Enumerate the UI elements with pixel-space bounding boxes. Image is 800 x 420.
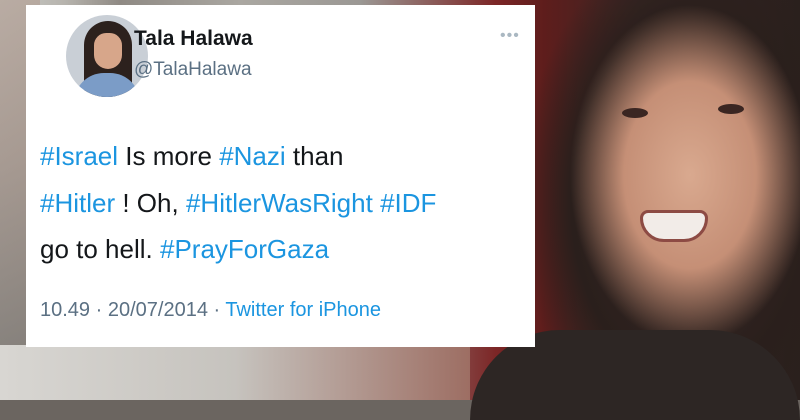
tweet-text-segment: than [285, 141, 344, 171]
background-bottom [0, 345, 470, 400]
tweet-date[interactable]: 20/07/2014 [108, 299, 208, 321]
tweet-text-segment: go to hell. [40, 234, 160, 264]
hashtag-link[interactable]: #Israel [40, 141, 118, 171]
tweet-text-segment [373, 188, 380, 218]
hashtag-link[interactable]: #IDF [380, 188, 436, 218]
more-dots-icon[interactable]: ••• [500, 27, 520, 45]
hashtag-link[interactable]: #Nazi [219, 141, 285, 171]
user-handle[interactable]: @TalaHalawa [134, 59, 252, 81]
display-name[interactable]: Tala Halawa [134, 27, 253, 51]
meta-separator: · [90, 299, 108, 321]
meta-separator: · [207, 299, 226, 321]
hashtag-link[interactable]: #Hitler [40, 188, 115, 218]
tweet-line-2: #Hitler ! Oh, #HitlerWasRight #IDF [40, 180, 530, 227]
avatar-face [94, 33, 122, 69]
hashtag-link[interactable]: #PrayForGaza [160, 234, 329, 264]
tweet-source[interactable]: Twitter for iPhone [225, 299, 381, 321]
background-eye-right [718, 104, 744, 114]
tweet-line-3: go to hell. #PrayForGaza [40, 226, 530, 273]
tweet-card: Tala Halawa @TalaHalawa ••• #Israel Is m… [26, 5, 535, 347]
background-mouth [640, 210, 708, 242]
tweet-line-1: #Israel Is more #Nazi than [40, 133, 530, 180]
background-eye-left [622, 108, 648, 118]
tweet-time[interactable]: 10.49 [40, 299, 90, 321]
tweet-text-segment: ! Oh, [115, 187, 186, 218]
tweet-text: #Israel Is more #Nazi than #Hitler ! Oh,… [40, 133, 530, 273]
tweet-meta: 10.49 · 20/07/2014 · Twitter for iPhone [40, 299, 381, 322]
hashtag-link[interactable]: #HitlerWasRight [186, 188, 373, 218]
tweet-text-segment: Is more [118, 141, 220, 171]
